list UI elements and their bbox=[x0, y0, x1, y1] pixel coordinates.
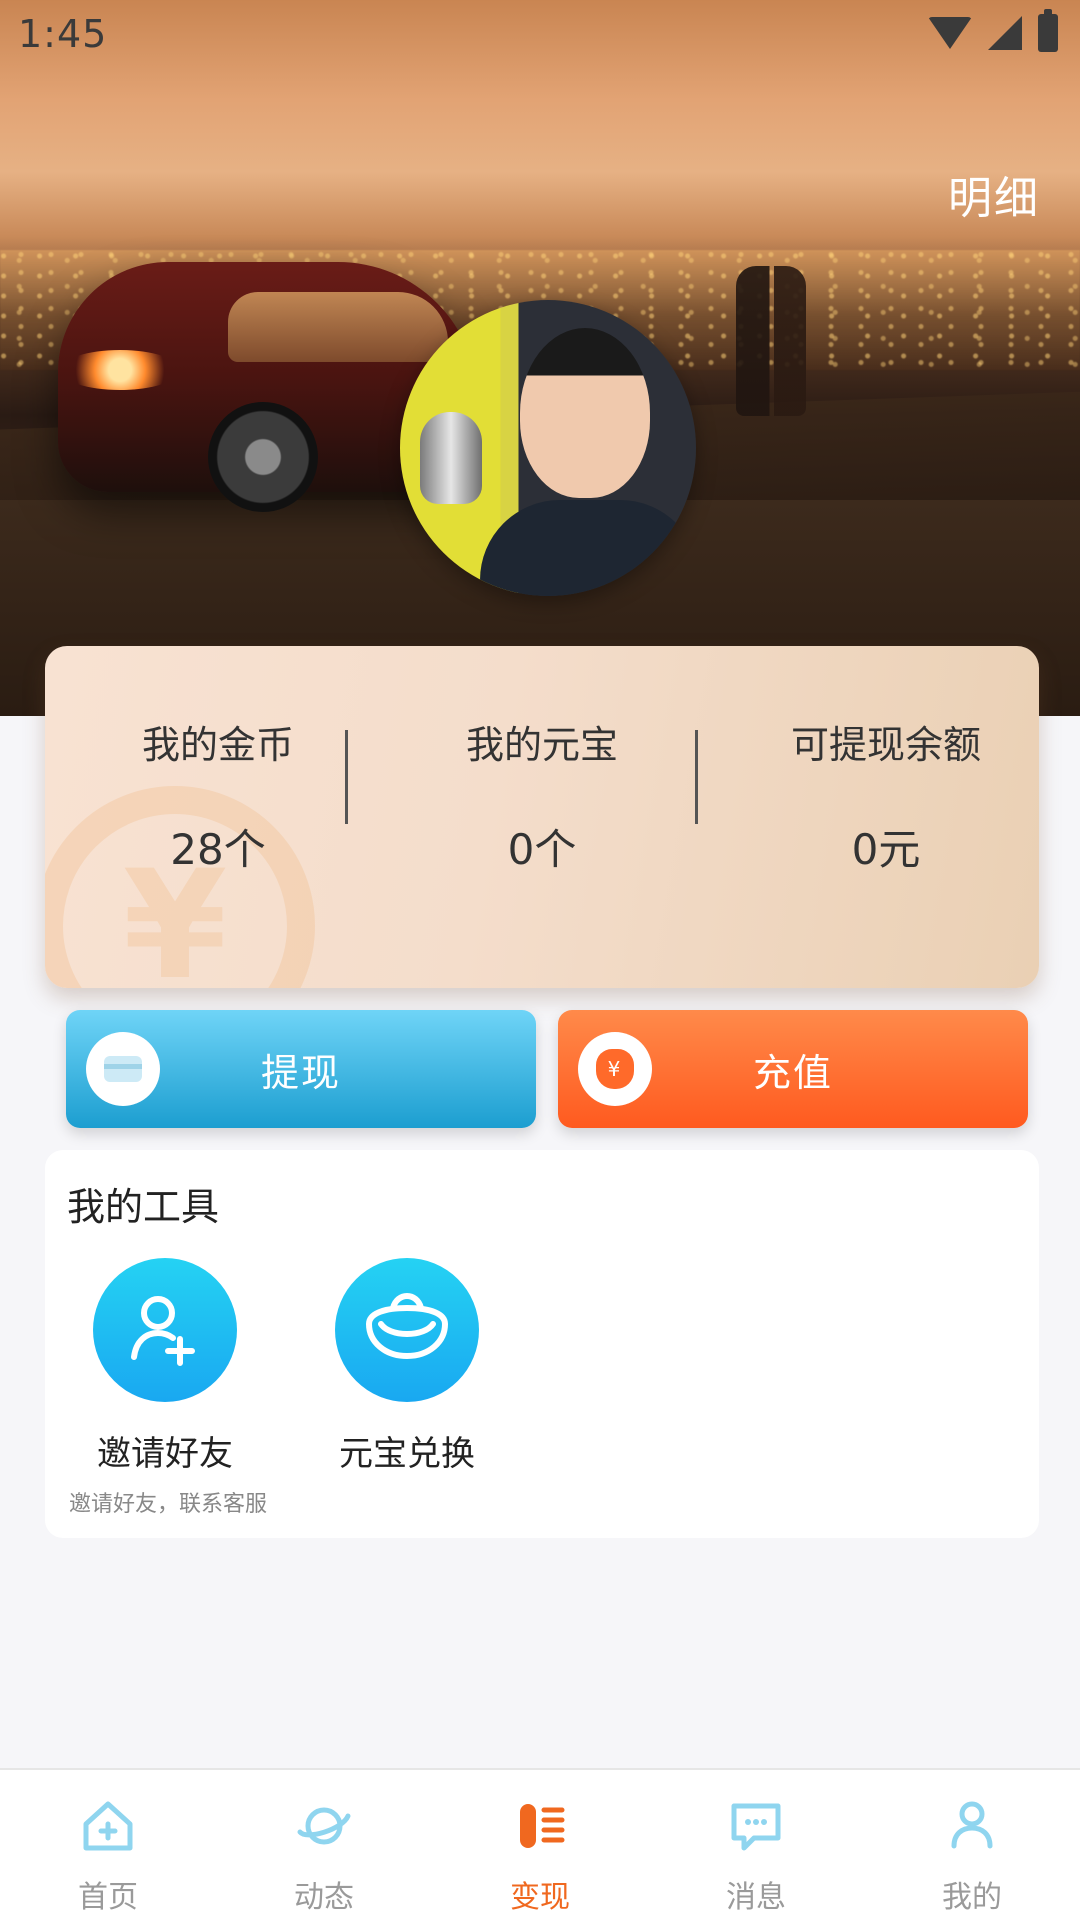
avatar[interactable] bbox=[400, 300, 696, 596]
coins-stat[interactable]: 我的金币 28个 bbox=[53, 646, 383, 988]
nav-item-home[interactable]: 首页 bbox=[0, 1770, 216, 1922]
car-wheel bbox=[208, 402, 318, 512]
nav-item-feed[interactable]: 动态 bbox=[216, 1770, 432, 1922]
microphone-icon bbox=[420, 412, 482, 504]
nav-item-profile[interactable]: 我的 bbox=[864, 1770, 1080, 1922]
profile-icon bbox=[940, 1794, 1004, 1858]
tool-invite-friends[interactable]: 邀请好友 bbox=[85, 1258, 245, 1475]
money-bag-glyph: ¥ bbox=[596, 1049, 634, 1089]
withdrawable-value: 0元 bbox=[851, 825, 921, 874]
yuanbao-label: 我的元宝 bbox=[465, 723, 618, 767]
status-icons bbox=[928, 9, 1058, 52]
wifi-icon bbox=[928, 17, 972, 49]
add-user-icon bbox=[93, 1258, 237, 1402]
avatar-shirt bbox=[480, 500, 696, 596]
monetize-icon bbox=[508, 1794, 572, 1858]
nav-label-messages: 消息 bbox=[726, 1880, 786, 1915]
message-icon bbox=[724, 1794, 788, 1858]
nav-label-monetize: 变现 bbox=[510, 1880, 570, 1915]
home-svg bbox=[83, 1801, 133, 1851]
nav-item-monetize[interactable]: 变现 bbox=[432, 1770, 648, 1922]
balance-card: ¥ 我的金币 28个 我的元宝 0个 可提现余额 0元 bbox=[45, 646, 1039, 988]
card-icon bbox=[86, 1032, 160, 1106]
battery-icon bbox=[1038, 9, 1058, 52]
withdrawable-label: 可提现余额 bbox=[790, 723, 981, 767]
withdrawable-stat[interactable]: 可提现余额 0元 bbox=[721, 646, 1039, 988]
detail-link[interactable]: 明细 bbox=[948, 162, 1040, 226]
tool-label-invite-friends: 邀请好友 bbox=[97, 1434, 233, 1474]
tools-panel: 我的工具 邀请好友 元宝兑换 邀请好友，联系客服 bbox=[45, 1150, 1039, 1538]
planet-icon bbox=[292, 1794, 356, 1858]
tool-label-yuanbao-exchange: 元宝兑换 bbox=[339, 1434, 475, 1474]
withdraw-button[interactable]: 提现 bbox=[66, 1010, 536, 1128]
car-window bbox=[228, 292, 448, 362]
recharge-label: 充值 bbox=[752, 1050, 833, 1095]
nav-label-feed: 动态 bbox=[294, 1880, 354, 1915]
tail-light bbox=[60, 350, 180, 390]
cell-signal-icon bbox=[988, 16, 1022, 50]
bottom-nav: 首页 动态 变现 消息 我的 bbox=[0, 1768, 1080, 1922]
couple-silhouette bbox=[736, 266, 806, 416]
nav-item-messages[interactable]: 消息 bbox=[648, 1770, 864, 1922]
tool-yuanbao-exchange[interactable]: 元宝兑换 bbox=[327, 1258, 487, 1475]
money-bag-icon: ¥ bbox=[578, 1032, 652, 1106]
card-icon-glyph bbox=[104, 1056, 142, 1082]
invite-subtext: 邀请好友，联系客服 bbox=[69, 1492, 268, 1517]
nav-label-home: 首页 bbox=[78, 1880, 138, 1915]
message-svg bbox=[731, 1803, 781, 1851]
home-icon bbox=[76, 1794, 140, 1858]
status-time: 1:45 bbox=[18, 12, 108, 56]
divider bbox=[695, 730, 698, 824]
tools-title: 我的工具 bbox=[67, 1185, 220, 1229]
yuanbao-stat[interactable]: 我的元宝 0个 bbox=[377, 646, 707, 988]
gold-ingot-svg bbox=[365, 1292, 449, 1360]
monetize-svg bbox=[520, 1804, 565, 1848]
coins-label: 我的金币 bbox=[141, 723, 294, 767]
avatar-face bbox=[520, 328, 650, 498]
nav-label-profile: 我的 bbox=[942, 1880, 1002, 1915]
coins-value: 28个 bbox=[170, 825, 266, 874]
recharge-button[interactable]: ¥ 充值 bbox=[558, 1010, 1028, 1128]
profile-svg bbox=[951, 1801, 993, 1849]
yuanbao-value: 0个 bbox=[507, 825, 577, 874]
planet-svg bbox=[297, 1807, 351, 1845]
withdraw-label: 提现 bbox=[260, 1050, 341, 1095]
gold-ingot-icon bbox=[335, 1258, 479, 1402]
divider bbox=[345, 730, 348, 824]
add-user-svg bbox=[131, 1296, 195, 1366]
